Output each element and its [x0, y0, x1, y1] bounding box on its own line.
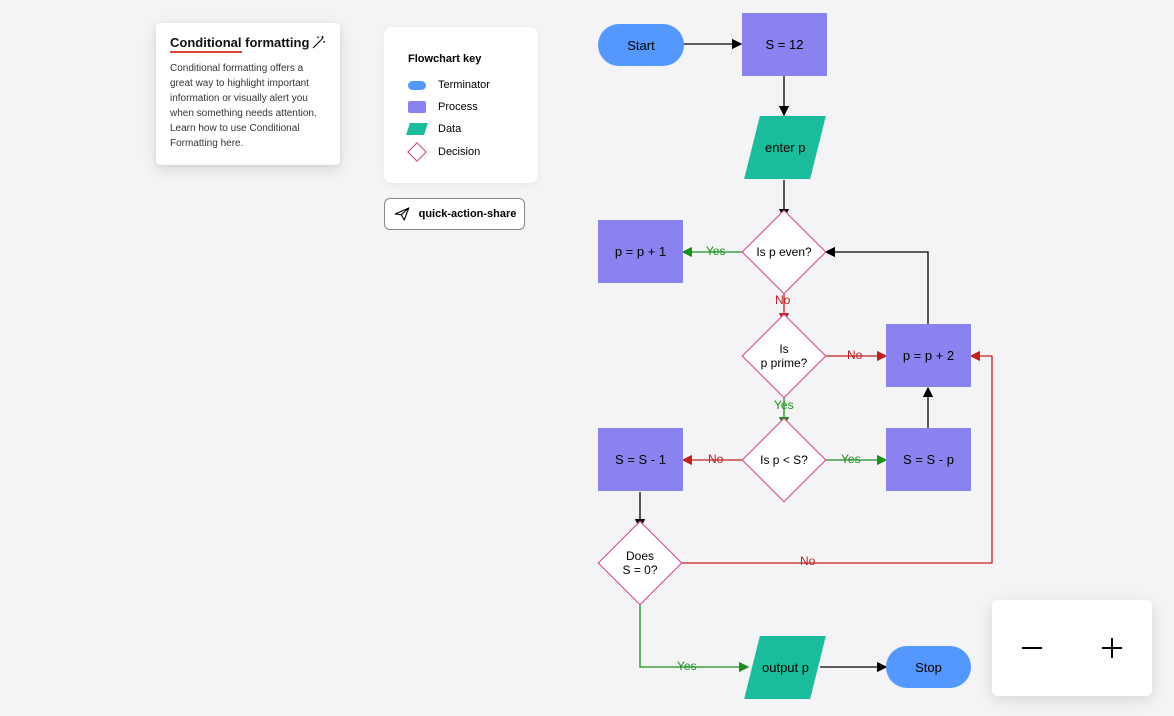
legend-item-process: Process [408, 101, 514, 113]
edge-label-yes: Yes [677, 659, 697, 673]
data-shape-icon [406, 123, 428, 135]
quick-action-share-button[interactable]: quick-action-share [384, 198, 525, 230]
quick-action-label: quick-action-share [419, 208, 517, 220]
zoom-in-button[interactable] [1088, 624, 1136, 672]
node-is-p-prime[interactable]: Isp prime? [742, 314, 826, 398]
node-enter-p[interactable]: enter p [744, 116, 826, 179]
node-s-minus-1[interactable]: S = S - 1 [598, 428, 683, 491]
node-s-minus-p[interactable]: S = S - p [886, 428, 971, 491]
legend-item-data: Data [408, 123, 514, 135]
tooltip-body: Conditional formatting offers a great wa… [170, 61, 326, 151]
node-is-p-even[interactable]: Is p even? [742, 210, 826, 294]
node-p-plus-2[interactable]: p = p + 2 [886, 324, 971, 387]
edge-label-yes: Yes [841, 452, 861, 466]
legend-item-decision: Decision [408, 145, 514, 159]
tooltip-title: Conditional formatting [170, 35, 309, 53]
node-does-s-zero[interactable]: DoesS = 0? [598, 521, 682, 605]
node-stop[interactable]: Stop [886, 646, 971, 688]
decision-shape-icon [407, 142, 427, 162]
zoom-control [992, 600, 1152, 696]
node-p-plus-1[interactable]: p = p + 1 [598, 220, 683, 283]
node-is-p-lt-s[interactable]: Is p < S? [742, 418, 826, 502]
edge-label-no: No [847, 348, 862, 362]
flowchart-key-legend: Flowchart key Terminator Process Data De… [384, 27, 538, 183]
legend-item-terminator: Terminator [408, 79, 514, 91]
process-shape-icon [408, 101, 426, 113]
edge-label-no: No [775, 293, 790, 307]
edge-label-no: No [708, 452, 723, 466]
zoom-out-button[interactable] [1008, 624, 1056, 672]
node-init-s[interactable]: S = 12 [742, 13, 827, 76]
edge-label-no: No [800, 554, 815, 568]
edge-label-yes: Yes [774, 398, 794, 412]
node-start[interactable]: Start [598, 24, 684, 66]
node-output-p[interactable]: output p [744, 636, 826, 699]
edge-label-yes: Yes [706, 244, 726, 258]
magic-wand-icon[interactable] [310, 35, 326, 51]
terminator-shape-icon [408, 81, 426, 90]
tooltip-conditional-formatting: Conditional formatting Conditional forma… [156, 23, 340, 165]
paper-plane-icon [393, 205, 411, 223]
legend-title: Flowchart key [408, 53, 514, 65]
